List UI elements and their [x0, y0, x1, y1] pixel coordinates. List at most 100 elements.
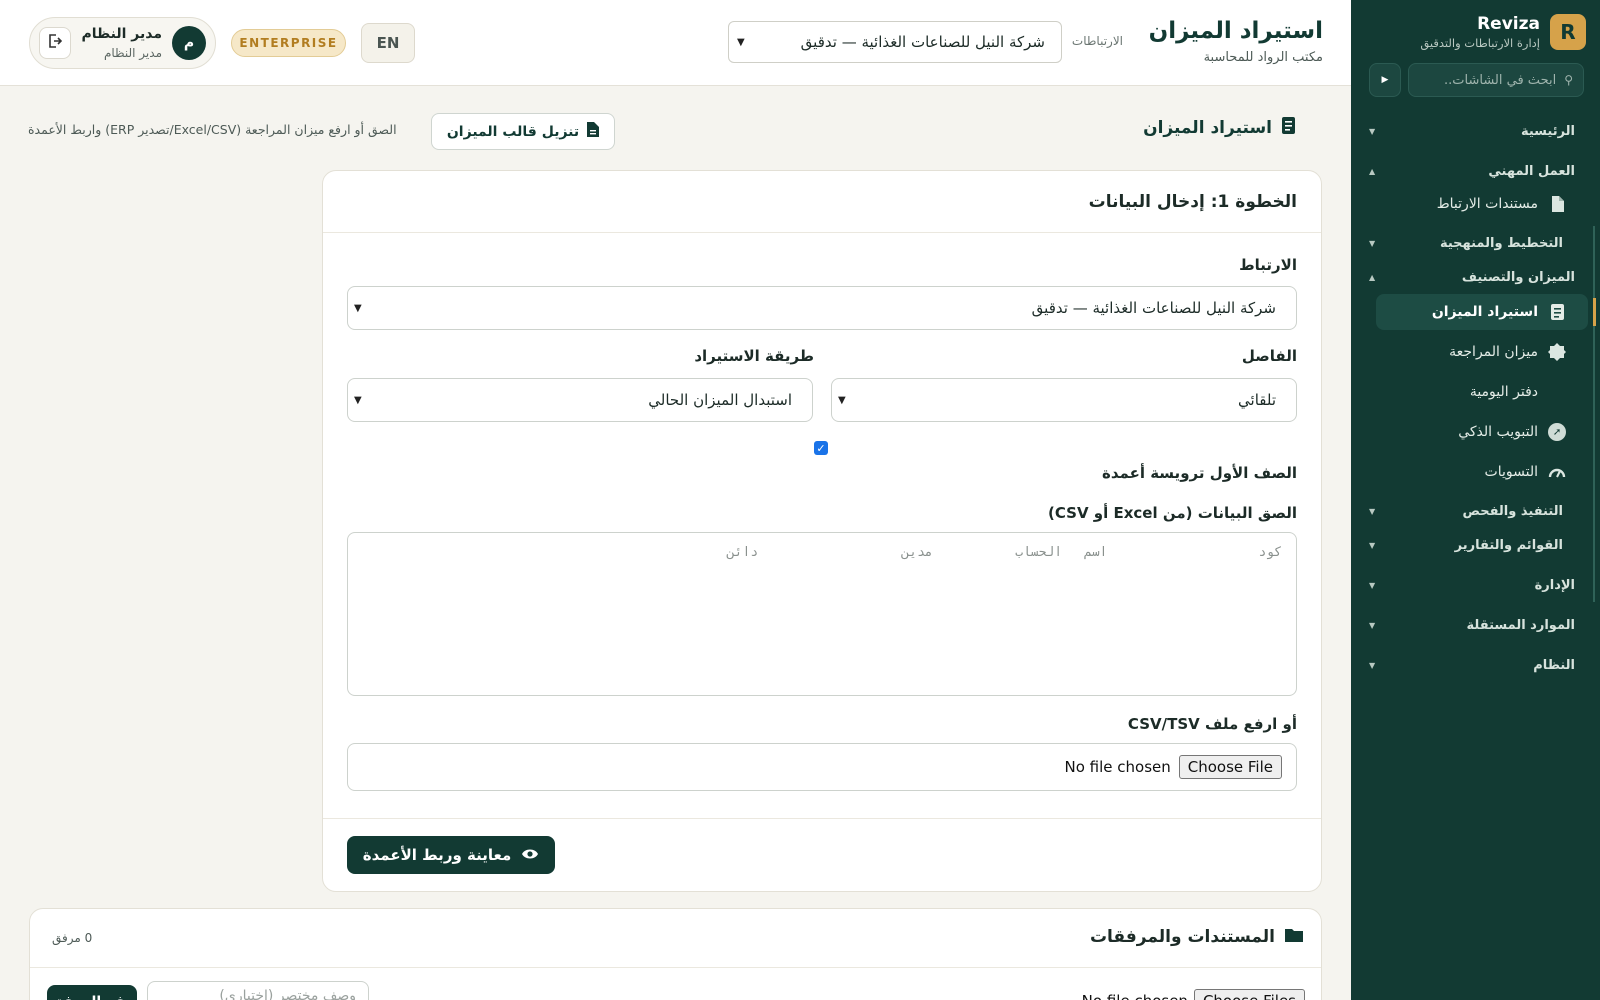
no-file-text: No file chosen [1064, 758, 1171, 776]
folder-icon [1285, 927, 1303, 947]
separator-label: الفاصل [1241, 347, 1297, 365]
choose-files-button[interactable]: Choose Files [1193, 989, 1305, 1000]
section-title: استيراد الميزان [1143, 117, 1295, 139]
attachments-title: المستندات والمرفقات [1090, 927, 1303, 947]
brand-subtitle: إدارة الارتباطات والتدقيق [1420, 36, 1540, 50]
separator-select[interactable]: تلقائي ▼ [831, 378, 1297, 422]
divider [30, 967, 1321, 968]
sidebar-item-label: استيراد الميزان [1431, 304, 1538, 320]
section-title-text: استيراد الميزان [1143, 118, 1272, 138]
choose-file-button[interactable]: Choose File [1178, 755, 1282, 779]
chevron-down-icon: ▼ [737, 36, 745, 48]
chevron-up-icon: ▲ [1369, 272, 1376, 282]
sidebar-item-trial-balance[interactable]: ميزان المراجعة [1376, 334, 1588, 370]
file-upload-input[interactable]: Choose File No file chosen [347, 743, 1297, 791]
sidebar-search-placeholder: ابحث في الشاشات.. [1444, 72, 1557, 88]
nav-section-label: الميزان والتصنيف [1461, 269, 1575, 285]
sidebar-item-label: التبويب الذكي [1458, 424, 1538, 440]
upload-label: أو ارفع ملف CSV/TSV [1127, 715, 1297, 733]
page-title: استيراد الميزان [1148, 18, 1323, 44]
upload-attachment-button[interactable]: رفع المرفق [47, 985, 137, 1000]
logout-icon [48, 34, 63, 52]
engagement-field-select[interactable]: شركة النيل للصناعات الغذائية — تدقيق ▼ [347, 286, 1297, 330]
eye-icon [521, 846, 539, 864]
logout-button[interactable] [39, 27, 71, 59]
import-method-label: طريقة الاستيراد [694, 347, 814, 365]
header-row-checkbox[interactable]: ✓ [814, 441, 828, 455]
sidebar-item-journal[interactable]: دفتر اليومية [1376, 374, 1588, 410]
chevron-right-icon: ▶ [1381, 75, 1389, 85]
nav-section-label: التخطيط والمنهجية [1439, 235, 1563, 251]
office-name: مكتب الرواد للمحاسبة [1203, 50, 1323, 65]
chevron-down-icon: ▼ [1369, 660, 1376, 670]
chevron-down-icon: ▼ [1369, 506, 1376, 516]
step1-card: الخطوة 1: إدخال البيانات الارتباط شركة ا… [322, 170, 1322, 892]
chevron-down-icon: ▼ [1369, 126, 1376, 136]
import-hint: الصق أو ارفع ميزان المراجعة (Excel/CSV/ت… [28, 122, 397, 137]
search-icon: ⚲ [1564, 73, 1573, 87]
engagement-select[interactable]: شركة النيل للصناعات الغذائية — تدقيق ▼ [728, 21, 1062, 63]
nav-section-planning[interactable]: التخطيط والمنهجية ▼ [1351, 226, 1600, 260]
nav-section-label: الإدارة [1534, 577, 1575, 593]
download-template-button[interactable]: تنزيل قالب الميزان [431, 113, 615, 150]
document-icon [587, 122, 600, 141]
sidebar-search-input[interactable]: ⚲ ابحث في الشاشات.. [1408, 63, 1584, 97]
nav-rail [1593, 226, 1595, 294]
attachments-title-text: المستندات والمرفقات [1089, 927, 1275, 947]
import-method-select[interactable]: استبدال الميزان الحالي ▼ [347, 378, 813, 422]
import-method-value: استبدال الميزان الحالي [648, 391, 792, 409]
sidebar-item-label: دفتر اليومية [1469, 384, 1538, 400]
language-toggle-button[interactable]: EN [361, 23, 415, 63]
chevron-down-icon: ▼ [1369, 540, 1376, 550]
nav-section-home[interactable]: الرئيسية ▼ [1351, 114, 1600, 148]
separator-value: تلقائي [1238, 391, 1276, 409]
avatar: م [172, 26, 206, 60]
nav-section-label: العمل المهني [1488, 163, 1575, 179]
nav-section-independent[interactable]: الموارد المستقلة ▼ [1351, 608, 1600, 642]
nav-section-statements[interactable]: القوائم والتقارير ▼ [1351, 528, 1600, 562]
nav-section-system[interactable]: النظام ▼ [1351, 648, 1600, 682]
paste-label: الصق البيانات (من Excel أو CSV) [1048, 504, 1297, 522]
nav-rail [1593, 294, 1595, 602]
sidebar-item-adjustments[interactable]: التسويات [1376, 454, 1588, 490]
nav-section-professional[interactable]: العمل المهني ▲ [1351, 154, 1600, 188]
nav-section-label: النظام [1533, 657, 1575, 673]
compass-icon: ➚ [1548, 423, 1566, 441]
chevron-down-icon: ▼ [1369, 238, 1376, 248]
divider [323, 818, 1321, 819]
preview-mapping-button[interactable]: معاينة وربط الأعمدة [347, 836, 555, 874]
attachment-file-input[interactable]: Choose Files No file chosen [1082, 989, 1305, 1000]
engagement-select-value: شركة النيل للصناعات الغذائية — تدقيق [800, 33, 1045, 51]
engagement-field-label: الارتباط [1239, 256, 1297, 274]
chevron-down-icon: ▼ [354, 394, 362, 406]
step1-title: الخطوة 1: إدخال البيانات [323, 171, 1321, 233]
nav-section-execution[interactable]: التنفيذ والفحص ▼ [1351, 494, 1600, 528]
attachments-card: المستندات والمرفقات 0 مرفق Choose Files … [29, 908, 1322, 1000]
sidebar-item-label: ميزان المراجعة [1449, 344, 1538, 360]
brand-logo: R [1550, 14, 1586, 50]
paste-textarea[interactable]: كود اسم الحساب مدين دائن [347, 532, 1297, 696]
user-menu[interactable]: م مدير النظام مدير النظام [29, 17, 216, 69]
preview-mapping-label: معاينة وربط الأعمدة [362, 846, 512, 864]
user-role: مدير النظام [103, 46, 162, 60]
sidebar-item-tb-import[interactable]: استيراد الميزان [1376, 294, 1588, 330]
header-row-label: الصف الأول ترويسة أعمدة [1102, 464, 1297, 482]
download-template-label: تنزيل قالب الميزان [446, 123, 580, 140]
sidebar-item-engagement-docs[interactable]: مستندات الارتباط [1376, 186, 1588, 222]
nav-section-admin[interactable]: الإدارة ▼ [1351, 568, 1600, 602]
no-file-text: No file chosen [1082, 992, 1188, 1000]
plan-badge: ENTERPRISE [231, 29, 346, 57]
document-icon [1548, 195, 1566, 213]
nav-section-label: الرئيسية [1520, 123, 1575, 139]
chevron-up-icon: ▲ [1369, 166, 1376, 176]
chevron-down-icon: ▼ [1369, 580, 1376, 590]
sidebar-item-smart-mapping[interactable]: ➚ التبويب الذكي [1376, 414, 1588, 450]
sidebar-item-label: التسويات [1484, 464, 1538, 480]
attachment-description-input[interactable]: وصف مختصر (اختياري) [147, 981, 369, 1000]
gauge-icon [1548, 463, 1566, 481]
nav-active-indicator [1593, 298, 1596, 326]
sidebar-collapse-button[interactable]: ▶ [1369, 63, 1401, 97]
brand[interactable]: R Reviza إدارة الارتباطات والتدقيق [1420, 14, 1586, 50]
nav-section-label: الموارد المستقلة [1466, 617, 1575, 633]
nav-section-trial-balance[interactable]: الميزان والتصنيف ▲ [1351, 260, 1600, 294]
